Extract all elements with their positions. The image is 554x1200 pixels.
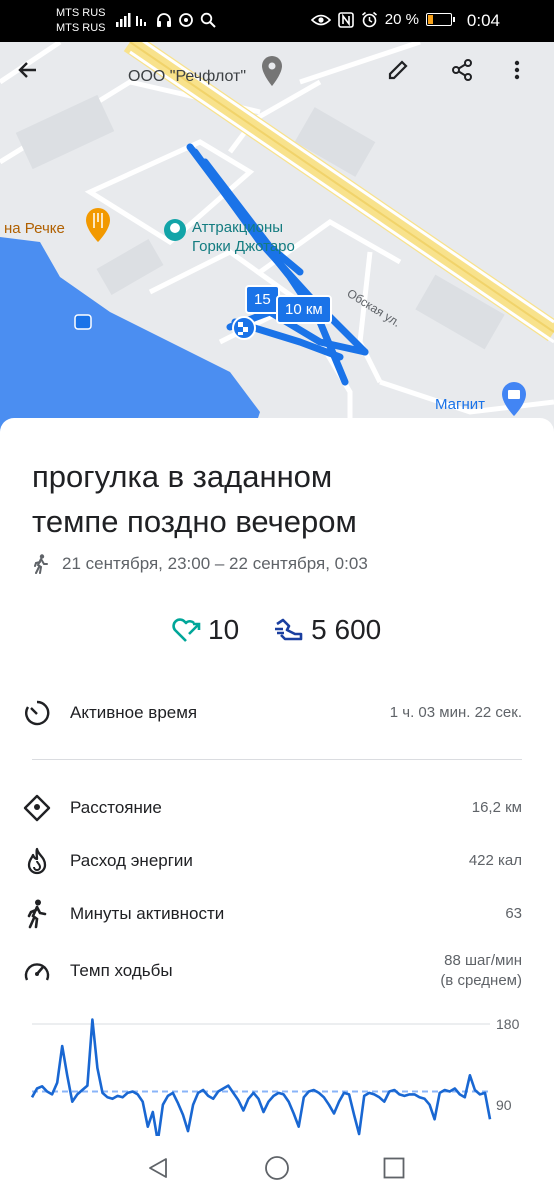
pencil-icon — [388, 60, 408, 80]
poi-store[interactable]: Магнит — [435, 396, 485, 413]
steps-icon — [275, 618, 303, 641]
eye-icon — [310, 14, 331, 25]
activity-title-line2: темпе поздно вечером — [32, 504, 357, 539]
metric-value: 16,2 км — [471, 799, 522, 816]
pace-series-line — [30, 1018, 492, 1143]
steps-value: 5 600 — [311, 614, 382, 645]
metric-value: 88 шаг/мин (в среднем) — [440, 951, 522, 991]
metric-value: 63 — [505, 905, 522, 922]
status-icons-right: 20 % — [310, 11, 455, 28]
system-nav-bar — [0, 1136, 554, 1200]
distance-marker-10[interactable]: 10 км — [276, 295, 332, 324]
share-icon — [452, 59, 472, 81]
score-summary: 10 5 600 — [172, 614, 381, 646]
heart-points-icon — [172, 618, 201, 642]
divider — [32, 759, 522, 760]
metric-label: Темп ходьбы — [70, 961, 173, 980]
battery-icon — [426, 13, 455, 26]
search-icon — [200, 12, 216, 28]
share-button[interactable] — [450, 58, 490, 98]
metric-walking-pace: Темп ходьбы 88 шаг/мин (в среднем) — [22, 951, 522, 991]
metric-label: Минуты активности — [70, 904, 225, 923]
back-button[interactable] — [16, 58, 56, 98]
y-tick-label: 90 — [496, 1097, 512, 1113]
route-map[interactable]: ООО "Речфлот" на Речке Аттракционы Горки… — [0, 42, 554, 442]
pace-chart: 180 90 — [0, 1010, 554, 1156]
nav-home-icon[interactable] — [264, 1155, 290, 1181]
metric-value: 422 кал — [468, 852, 522, 869]
edit-button[interactable] — [386, 58, 426, 98]
flame-icon — [22, 846, 52, 876]
headphones-icon — [157, 13, 171, 27]
nav-recents-icon[interactable] — [383, 1157, 405, 1179]
poi-attraction-line1: Аттракционы — [192, 219, 284, 236]
status-bar: MTS RUS MTS RUS 20 % 0:04 — [0, 0, 554, 42]
carrier-1: MTS RUS — [56, 7, 106, 19]
poi-restaurant[interactable]: на Речке — [4, 220, 65, 237]
distance-marker-15[interactable]: 15 — [245, 285, 280, 314]
metric-label: Активное время — [70, 703, 198, 722]
metric-active-minutes: Минуты активности 63 — [22, 894, 522, 934]
activity-dates: 21 сентября, 23:00 – 22 сентября, 0:03 — [32, 554, 368, 574]
activity-title: прогулка в заданном темпе поздно вечером — [32, 454, 512, 544]
metric-value: 1 ч. 03 мин. 22 сек. — [389, 704, 522, 721]
carrier-2: MTS RUS — [56, 22, 106, 34]
timer-icon — [22, 698, 52, 728]
activity-sheet: прогулка в заданном темпе поздно вечером… — [0, 418, 554, 1200]
signal-icon — [116, 13, 146, 27]
metric-energy: Расход энергии 422 кал — [22, 841, 522, 881]
sync-icon — [179, 13, 193, 27]
metric-label: Расход энергии — [70, 851, 193, 870]
activity-title-line1: прогулка в заданном — [32, 459, 333, 494]
poi-attraction-line2: Горки Джотаро — [192, 238, 295, 255]
walk-small-icon — [34, 554, 48, 574]
metric-active-time: Активное время 1 ч. 03 мин. 22 сек. — [22, 693, 522, 733]
more-vert-icon — [514, 60, 520, 80]
battery-percent: 20 % — [384, 11, 419, 28]
status-icons-left — [116, 12, 216, 28]
nav-back-icon[interactable] — [146, 1156, 170, 1180]
carrier-labels: MTS RUS MTS RUS — [56, 6, 106, 36]
clock: 0:04 — [466, 11, 500, 30]
pace-note: (в среднем) — [440, 972, 522, 989]
nfc-icon — [337, 11, 354, 28]
arrow-back-icon — [18, 62, 36, 78]
walk-icon — [22, 899, 52, 929]
more-button[interactable] — [505, 58, 545, 98]
place-title: ООО "Речфлот" — [128, 68, 247, 85]
metric-distance: Расстояние 16,2 км — [22, 788, 522, 828]
pace-value: 88 шаг/мин — [444, 952, 522, 969]
y-tick-label: 180 — [496, 1016, 520, 1032]
heart-points-value: 10 — [208, 614, 240, 645]
speedometer-icon — [22, 956, 52, 986]
metric-label: Расстояние — [70, 798, 162, 817]
pace-chart-svg — [30, 1018, 492, 1143]
dates-text: 21 сентября, 23:00 – 22 сентября, 0:03 — [62, 554, 368, 573]
location-diamond-icon — [22, 793, 52, 823]
poi-attraction[interactable]: Аттракционы Горки Джотаро — [192, 218, 295, 256]
alarm-icon — [361, 11, 377, 28]
